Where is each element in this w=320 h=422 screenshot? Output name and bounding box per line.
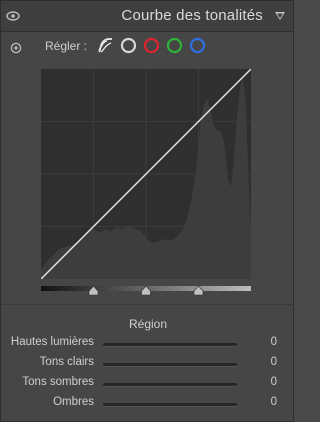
slider-track[interactable] <box>103 343 237 346</box>
slider-darks: Tons sombres 0 <box>1 375 295 393</box>
collapse-triangle-icon[interactable] <box>274 10 286 22</box>
slider-lights: Tons clairs 0 <box>1 355 295 373</box>
rgb-channel-button[interactable] <box>120 37 137 54</box>
red-channel-button[interactable] <box>143 37 160 54</box>
slider-value[interactable]: 0 <box>271 396 277 408</box>
slider-label: Hautes lumières <box>10 336 94 348</box>
slider-value[interactable]: 0 <box>271 356 277 368</box>
region-title: Région <box>128 317 168 331</box>
panel-title: Courbe des tonalités <box>121 7 263 24</box>
slider-value[interactable]: 0 <box>271 376 277 388</box>
slider-label: Tons sombres <box>22 376 94 388</box>
slider-shadows: Ombres 0 <box>1 395 295 413</box>
slider-value[interactable]: 0 <box>271 336 277 348</box>
region-split-slider[interactable] <box>41 286 251 300</box>
eye-icon[interactable] <box>6 10 20 22</box>
blue-channel-button[interactable] <box>189 37 206 54</box>
adjust-label: Régler : <box>45 39 88 53</box>
slider-track[interactable] <box>103 363 237 366</box>
tone-curve-panel: Courbe des tonalités Régler : Région Hau… <box>0 0 294 422</box>
target-adjustment-tool-icon[interactable] <box>10 42 22 54</box>
slider-track[interactable] <box>103 383 237 386</box>
tone-curve-graph[interactable] <box>41 69 251 279</box>
slider-highlights: Hautes lumières 0 <box>1 335 295 353</box>
slider-label: Tons clairs <box>39 356 94 368</box>
parametric-curve-icon[interactable] <box>97 37 114 54</box>
divider <box>1 304 293 305</box>
green-channel-button[interactable] <box>166 37 183 54</box>
slider-track[interactable] <box>103 403 237 406</box>
panel-header[interactable]: Courbe des tonalités <box>1 1 293 32</box>
slider-label: Ombres <box>53 396 94 408</box>
